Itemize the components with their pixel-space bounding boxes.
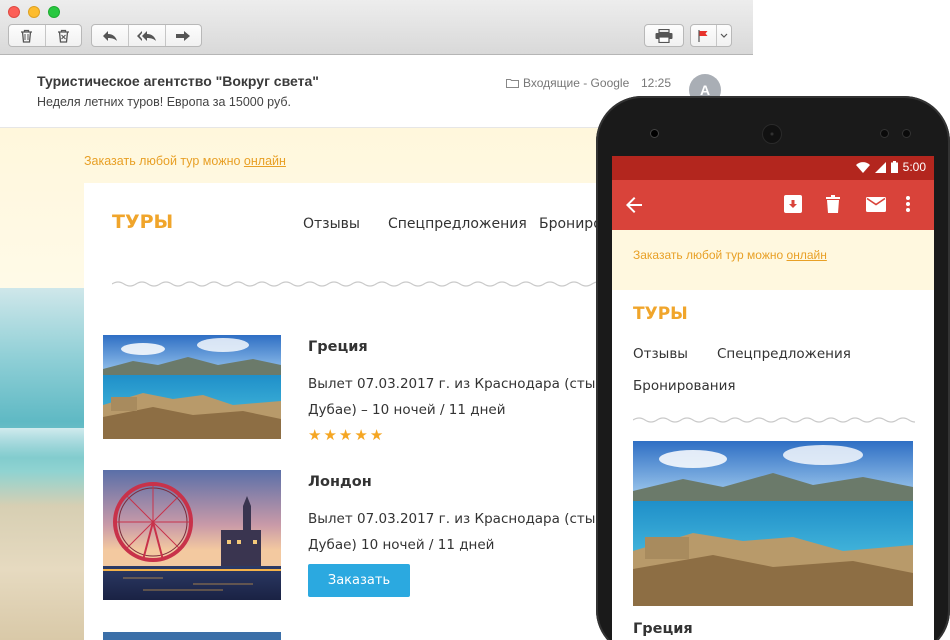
junk-button[interactable] (44, 25, 81, 46)
phone-screen: 5:00 Заказать любой тур можно онлайн ТУР… (612, 156, 934, 640)
phone-device: 5:00 Заказать любой тур можно онлайн ТУР… (596, 96, 950, 640)
reply-all-button[interactable] (128, 25, 164, 46)
signal-icon (874, 161, 886, 173)
message-time: 12:25 (641, 76, 672, 90)
wavy-divider (633, 417, 915, 423)
message-subject: Неделя летних туров! Европа за 15000 руб… (37, 95, 291, 109)
preheader-text: Заказать любой тур можно (84, 154, 241, 168)
sensor (902, 129, 911, 138)
print-icon (655, 28, 673, 43)
tour-description-line: Дубае) – 10 ночей / 11 дней (308, 402, 506, 418)
trash-button[interactable] (9, 25, 45, 46)
close-window-button[interactable] (8, 6, 20, 18)
tour-title[interactable]: Греция (633, 621, 693, 637)
tour-description-line: Вылет 07.03.2017 г. из Краснодара (стыко… (308, 511, 649, 527)
junk-icon (57, 29, 69, 43)
preheader: Заказать любой тур можно онлайн (84, 154, 286, 168)
beach-background-image (0, 288, 84, 640)
nav-link-reviews[interactable]: Отзывы (633, 346, 688, 362)
tour-image-greece[interactable] (103, 335, 281, 439)
preheader-text: Заказать любой тур можно (633, 248, 784, 262)
speaker-grille (762, 124, 782, 144)
folder-icon (506, 79, 519, 88)
camera-icon (650, 129, 659, 138)
tour-image-london[interactable] (103, 470, 281, 600)
preheader-online-link[interactable]: онлайн (787, 248, 827, 262)
forward-button[interactable] (164, 25, 201, 46)
more-vert-icon[interactable] (906, 196, 910, 212)
star-icon: ★ (308, 426, 322, 444)
tour-title[interactable]: Греция (308, 339, 368, 355)
newsletter-logo[interactable]: ТУРЫ (112, 211, 173, 233)
forward-icon (176, 30, 191, 41)
nav-link-reviews[interactable]: Отзывы (303, 216, 360, 232)
star-rating: ★ ★ ★ ★ ★ (308, 426, 383, 444)
window-toolbar (0, 0, 753, 55)
star-icon: ★ (369, 426, 384, 444)
folder-label: Входящие - Google (523, 76, 630, 90)
archive-icon[interactable] (784, 195, 802, 213)
tour-card-greece: Греция Вылет 07.03.2017 г. из Краснодара… (103, 335, 648, 465)
reply-icon (103, 30, 118, 41)
gmail-app-bar (612, 180, 934, 230)
reply-button[interactable] (92, 25, 128, 46)
sensor (880, 129, 889, 138)
trash-icon (21, 29, 33, 43)
tour-description: Вылет 07.03.2017 г. из Краснодара (стыко… (308, 506, 649, 558)
mail-icon[interactable] (866, 197, 886, 212)
nav-link-special-offers[interactable]: Спецпредложения (388, 216, 527, 232)
newsletter-container: ТУРЫ Отзывы Спецпредложения Бронирования (84, 183, 648, 640)
flag-button[interactable] (691, 25, 716, 46)
delete-group (8, 24, 82, 47)
print-group (644, 24, 684, 47)
flag-menu-button[interactable] (715, 25, 731, 46)
print-button[interactable] (645, 25, 683, 46)
reply-all-icon (137, 30, 156, 41)
tour-description-line: Дубае) 10 ночей / 11 дней (308, 537, 495, 553)
trash-icon[interactable] (826, 195, 840, 213)
nav-link-special-offers[interactable]: Спецпредложения (717, 346, 851, 362)
reply-group (91, 24, 202, 47)
mobile-newsletter: ТУРЫ Отзывы Спецпредложения Бронирования (612, 290, 934, 640)
flag-group (690, 24, 732, 47)
status-icons: 5:00 (855, 160, 926, 174)
chevron-down-icon (720, 33, 728, 38)
tour-description-line: Вылет 07.03.2017 г. из Краснодара (стыко… (308, 376, 649, 392)
wavy-divider (112, 281, 614, 287)
tour-title[interactable]: Лондон (308, 474, 372, 490)
status-bar: 5:00 (612, 156, 934, 180)
tour-image-greece[interactable] (633, 441, 913, 606)
minimize-window-button[interactable] (28, 6, 40, 18)
star-icon: ★ (323, 426, 337, 444)
tour-description: Вылет 07.03.2017 г. из Краснодара (стыко… (308, 371, 649, 423)
preheader-online-link[interactable]: онлайн (244, 154, 286, 168)
battery-icon (890, 161, 898, 173)
newsletter-logo[interactable]: ТУРЫ (633, 304, 688, 324)
mobile-preheader: Заказать любой тур можно онлайн (612, 230, 934, 290)
status-time: 5:00 (902, 160, 926, 174)
nav-link-bookings[interactable]: Бронирования (633, 378, 735, 394)
wifi-icon (855, 161, 870, 173)
order-button[interactable]: Заказать (308, 564, 410, 597)
star-icon: ★ (354, 426, 368, 444)
star-icon: ★ (338, 426, 353, 444)
tour-image-next[interactable] (103, 632, 281, 640)
mailbox-folder[interactable]: Входящие - Google (506, 76, 629, 90)
flag-icon (698, 29, 708, 42)
back-arrow-icon[interactable] (626, 197, 642, 213)
zoom-window-button[interactable] (48, 6, 60, 18)
sender-name: Туристическое агентство "Вокруг света" (37, 73, 319, 89)
tour-card-london: Лондон Вылет 07.03.2017 г. из Краснодара… (103, 470, 648, 600)
